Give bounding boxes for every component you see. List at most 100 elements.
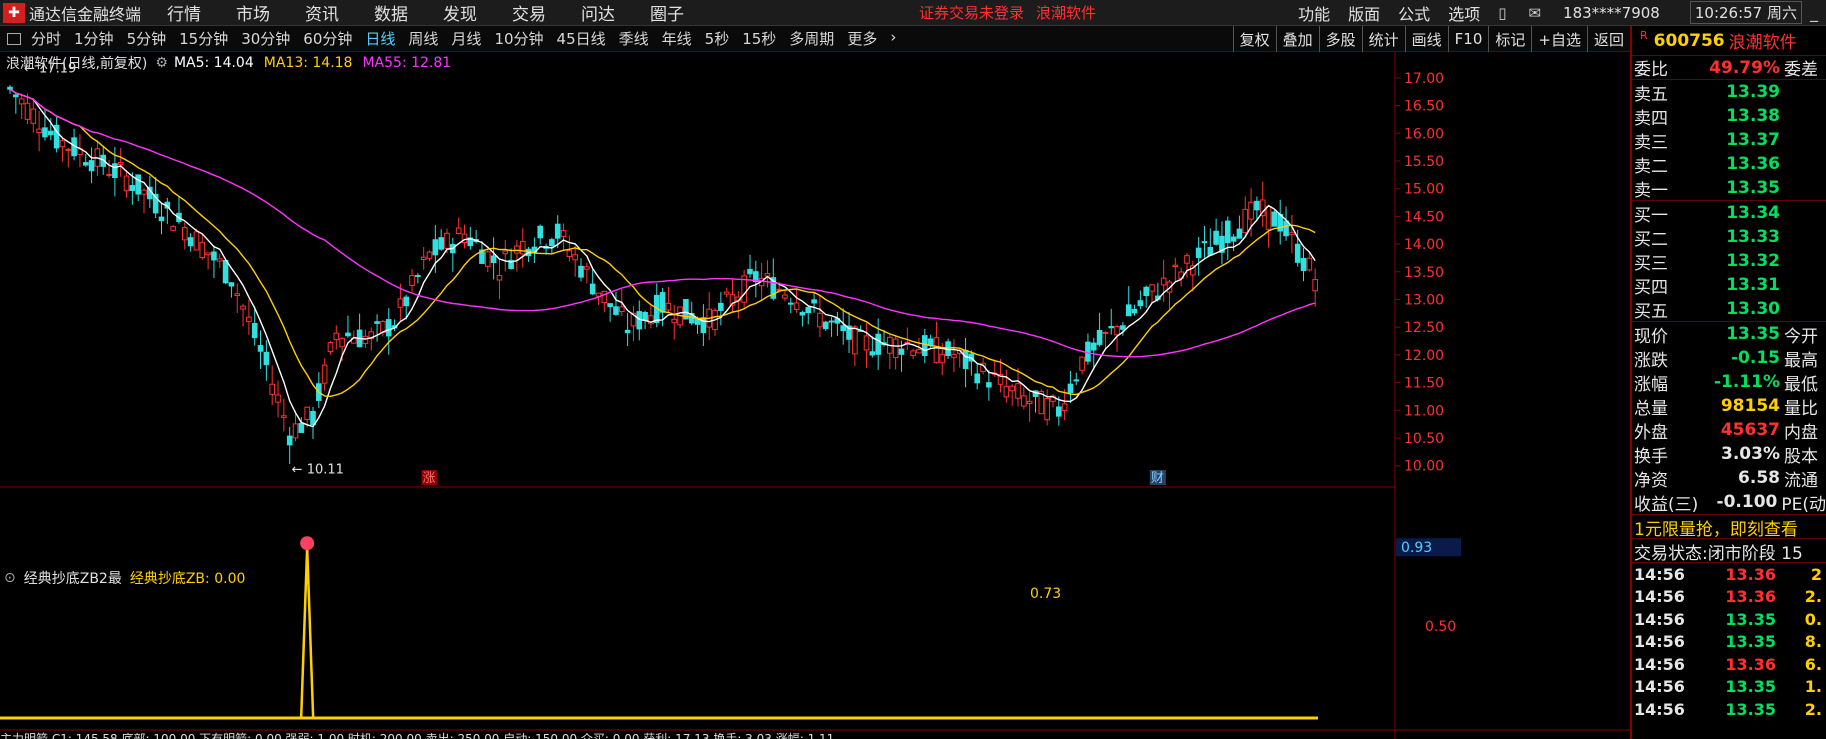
candle-body xyxy=(310,410,316,426)
indicator-spike xyxy=(299,547,315,719)
ma5-value: MA5: 14.04 xyxy=(173,55,254,71)
level-price: 13.38 xyxy=(1726,106,1780,126)
promo-banner[interactable]: 1元限量抢，即刻查看 xyxy=(1632,515,1826,540)
period-tab[interactable]: 30分钟 xyxy=(241,28,290,49)
candle-body xyxy=(47,130,54,136)
candle-body xyxy=(240,305,246,310)
tool-button[interactable]: 统计 xyxy=(1361,26,1405,52)
menu-formula[interactable]: 公式 xyxy=(1398,1,1430,25)
period-tab[interactable]: 5秒 xyxy=(705,28,730,49)
period-tab[interactable]: 周线 xyxy=(408,28,438,49)
period-tab[interactable]: 季线 xyxy=(619,28,649,49)
candle-body xyxy=(82,162,89,166)
period-tab[interactable]: 多周期 xyxy=(789,28,834,49)
buy-level[interactable]: 买三 13.32 xyxy=(1632,249,1826,274)
chart-tools: 复权 叠加 多股 统计 画线 F10 标记 +自选 返回 xyxy=(1232,26,1630,52)
indicator-collapse-icon[interactable]: ⊙ xyxy=(4,570,16,586)
stat-value: -0.15 xyxy=(1731,348,1780,368)
candle-body xyxy=(817,312,823,328)
menu-discover[interactable]: 发现 xyxy=(443,0,477,25)
period-tab[interactable]: 日线 xyxy=(365,28,395,49)
period-tab[interactable]: 5分钟 xyxy=(127,28,167,49)
candle-body xyxy=(642,311,648,321)
sell-level[interactable]: 卖一 13.35 xyxy=(1632,176,1826,201)
candle-body xyxy=(123,175,130,192)
menu-layout[interactable]: 版面 xyxy=(1348,1,1380,25)
period-tab[interactable]: 15分钟 xyxy=(179,28,228,49)
candle-body xyxy=(554,223,561,239)
indicator-name[interactable]: 经典抄底ZB2最 xyxy=(24,568,122,588)
candle-body xyxy=(589,283,596,295)
tick-row: 14:56 13.35 0. xyxy=(1632,608,1826,631)
menu-options[interactable]: 选项 xyxy=(1448,1,1480,25)
tool-button[interactable]: 返回 xyxy=(1586,26,1630,52)
level-label: 卖四 xyxy=(1634,108,1668,129)
candle-body xyxy=(333,332,340,341)
tool-button[interactable]: 标记 xyxy=(1488,26,1531,52)
period-tab[interactable]: 年线 xyxy=(662,28,692,49)
mail-icon[interactable]: ✉ xyxy=(1528,4,1541,22)
login-notice[interactable]: 证券交易未登录 xyxy=(919,2,1024,23)
tick-time: 14:56 xyxy=(1634,654,1685,674)
candle-body xyxy=(1312,279,1318,292)
tick-time: 14:56 xyxy=(1634,587,1685,607)
app-title: 通达信金融终端 xyxy=(29,4,142,24)
minimize-icon[interactable]: _ xyxy=(1802,3,1826,22)
candle-body xyxy=(1009,385,1015,392)
period-tab[interactable]: 更多 xyxy=(847,28,877,49)
candle-body xyxy=(257,345,264,352)
tool-button[interactable]: F10 xyxy=(1447,26,1489,52)
candle-body xyxy=(927,338,934,346)
menu-trade[interactable]: 交易 xyxy=(512,0,546,25)
tool-button[interactable]: 多股 xyxy=(1318,26,1362,52)
period-tab[interactable]: 1分钟 xyxy=(74,28,114,49)
candle-body xyxy=(158,216,165,222)
kline-chart[interactable]: 17.00 16.50 16.00 15.50 15.00 14.50 14.00 13.50… xyxy=(0,52,1630,739)
stats-table: 现价 13.35 今开 涨跌 -0.15 最高 涨幅 -1.11% 最低 总量 98154 量比 外盘 4… xyxy=(1632,322,1826,515)
menu-circle[interactable]: 圈子 xyxy=(650,0,684,25)
user-phone[interactable]: 183****7908 xyxy=(1563,4,1660,22)
tool-button[interactable]: 画线 xyxy=(1404,26,1448,52)
candle-body xyxy=(170,226,176,231)
period-tab[interactable]: 分时 xyxy=(31,28,61,49)
menu-news[interactable]: 资讯 xyxy=(305,0,339,25)
quote-panel: R 600756 浪潮软件 委比 49.79% 委差 卖五 13.39 卖四 13.3… xyxy=(1630,26,1826,739)
tool-button[interactable]: 叠加 xyxy=(1275,26,1319,52)
buy-level[interactable]: 买二 13.33 xyxy=(1632,225,1826,250)
stat-row: 现价 13.35 今开 xyxy=(1632,322,1826,347)
sell-level[interactable]: 卖二 13.36 xyxy=(1632,152,1826,177)
chart-canvas[interactable]: 17.00 16.50 16.00 15.50 15.00 14.50 14.00 13.50… xyxy=(0,52,1630,739)
tick-list: 14:56 13.36 2 14:56 13.36 2. 14:56 13.35 0. 14:56… xyxy=(1632,563,1826,721)
buy-level[interactable]: 买四 13.31 xyxy=(1632,273,1826,298)
y-tick-label: 16.00 xyxy=(1404,126,1444,142)
stat-row: 涨幅 -1.11% 最低 xyxy=(1632,370,1826,395)
notebook-icon[interactable]: ▯ xyxy=(1498,4,1506,22)
sell-level[interactable]: 卖五 13.39 xyxy=(1632,80,1826,105)
chevron-right-icon[interactable]: › xyxy=(890,28,896,49)
menu-ask[interactable]: 问达 xyxy=(581,0,615,25)
menu-function[interactable]: 功能 xyxy=(1298,1,1330,25)
notice-stock[interactable]: 浪潮软件 xyxy=(1036,2,1096,23)
period-tab[interactable]: 60分钟 xyxy=(303,28,352,49)
stat-right-label: 流通 xyxy=(1784,470,1818,491)
sell-level[interactable]: 卖三 13.37 xyxy=(1632,128,1826,153)
menu-data[interactable]: 数据 xyxy=(374,0,408,25)
period-tab[interactable]: 15秒 xyxy=(742,28,776,49)
buy-level[interactable]: 买五 13.30 xyxy=(1632,297,1826,322)
ma13-value: MA13: 14.18 xyxy=(263,55,353,71)
menu-market[interactable]: 市场 xyxy=(236,0,270,25)
tool-button[interactable]: +自选 xyxy=(1531,26,1587,52)
candle-body xyxy=(613,306,619,315)
buy-level[interactable]: 买一 13.34 xyxy=(1632,201,1826,226)
candle-body xyxy=(345,332,351,337)
menu-market-quotes[interactable]: 行情 xyxy=(167,0,201,25)
tool-button[interactable]: 复权 xyxy=(1232,26,1276,52)
sell-level[interactable]: 卖四 13.38 xyxy=(1632,104,1826,129)
legend-settings-icon[interactable]: ⚙ xyxy=(155,55,168,71)
period-tab[interactable]: 月线 xyxy=(451,28,481,49)
panel-toggle-icon[interactable] xyxy=(7,32,21,45)
period-tab[interactable]: 45日线 xyxy=(557,28,606,49)
period-tab[interactable]: 10分钟 xyxy=(494,28,543,49)
candle-body xyxy=(112,163,118,178)
event-marker-label: 涨 xyxy=(423,471,436,486)
